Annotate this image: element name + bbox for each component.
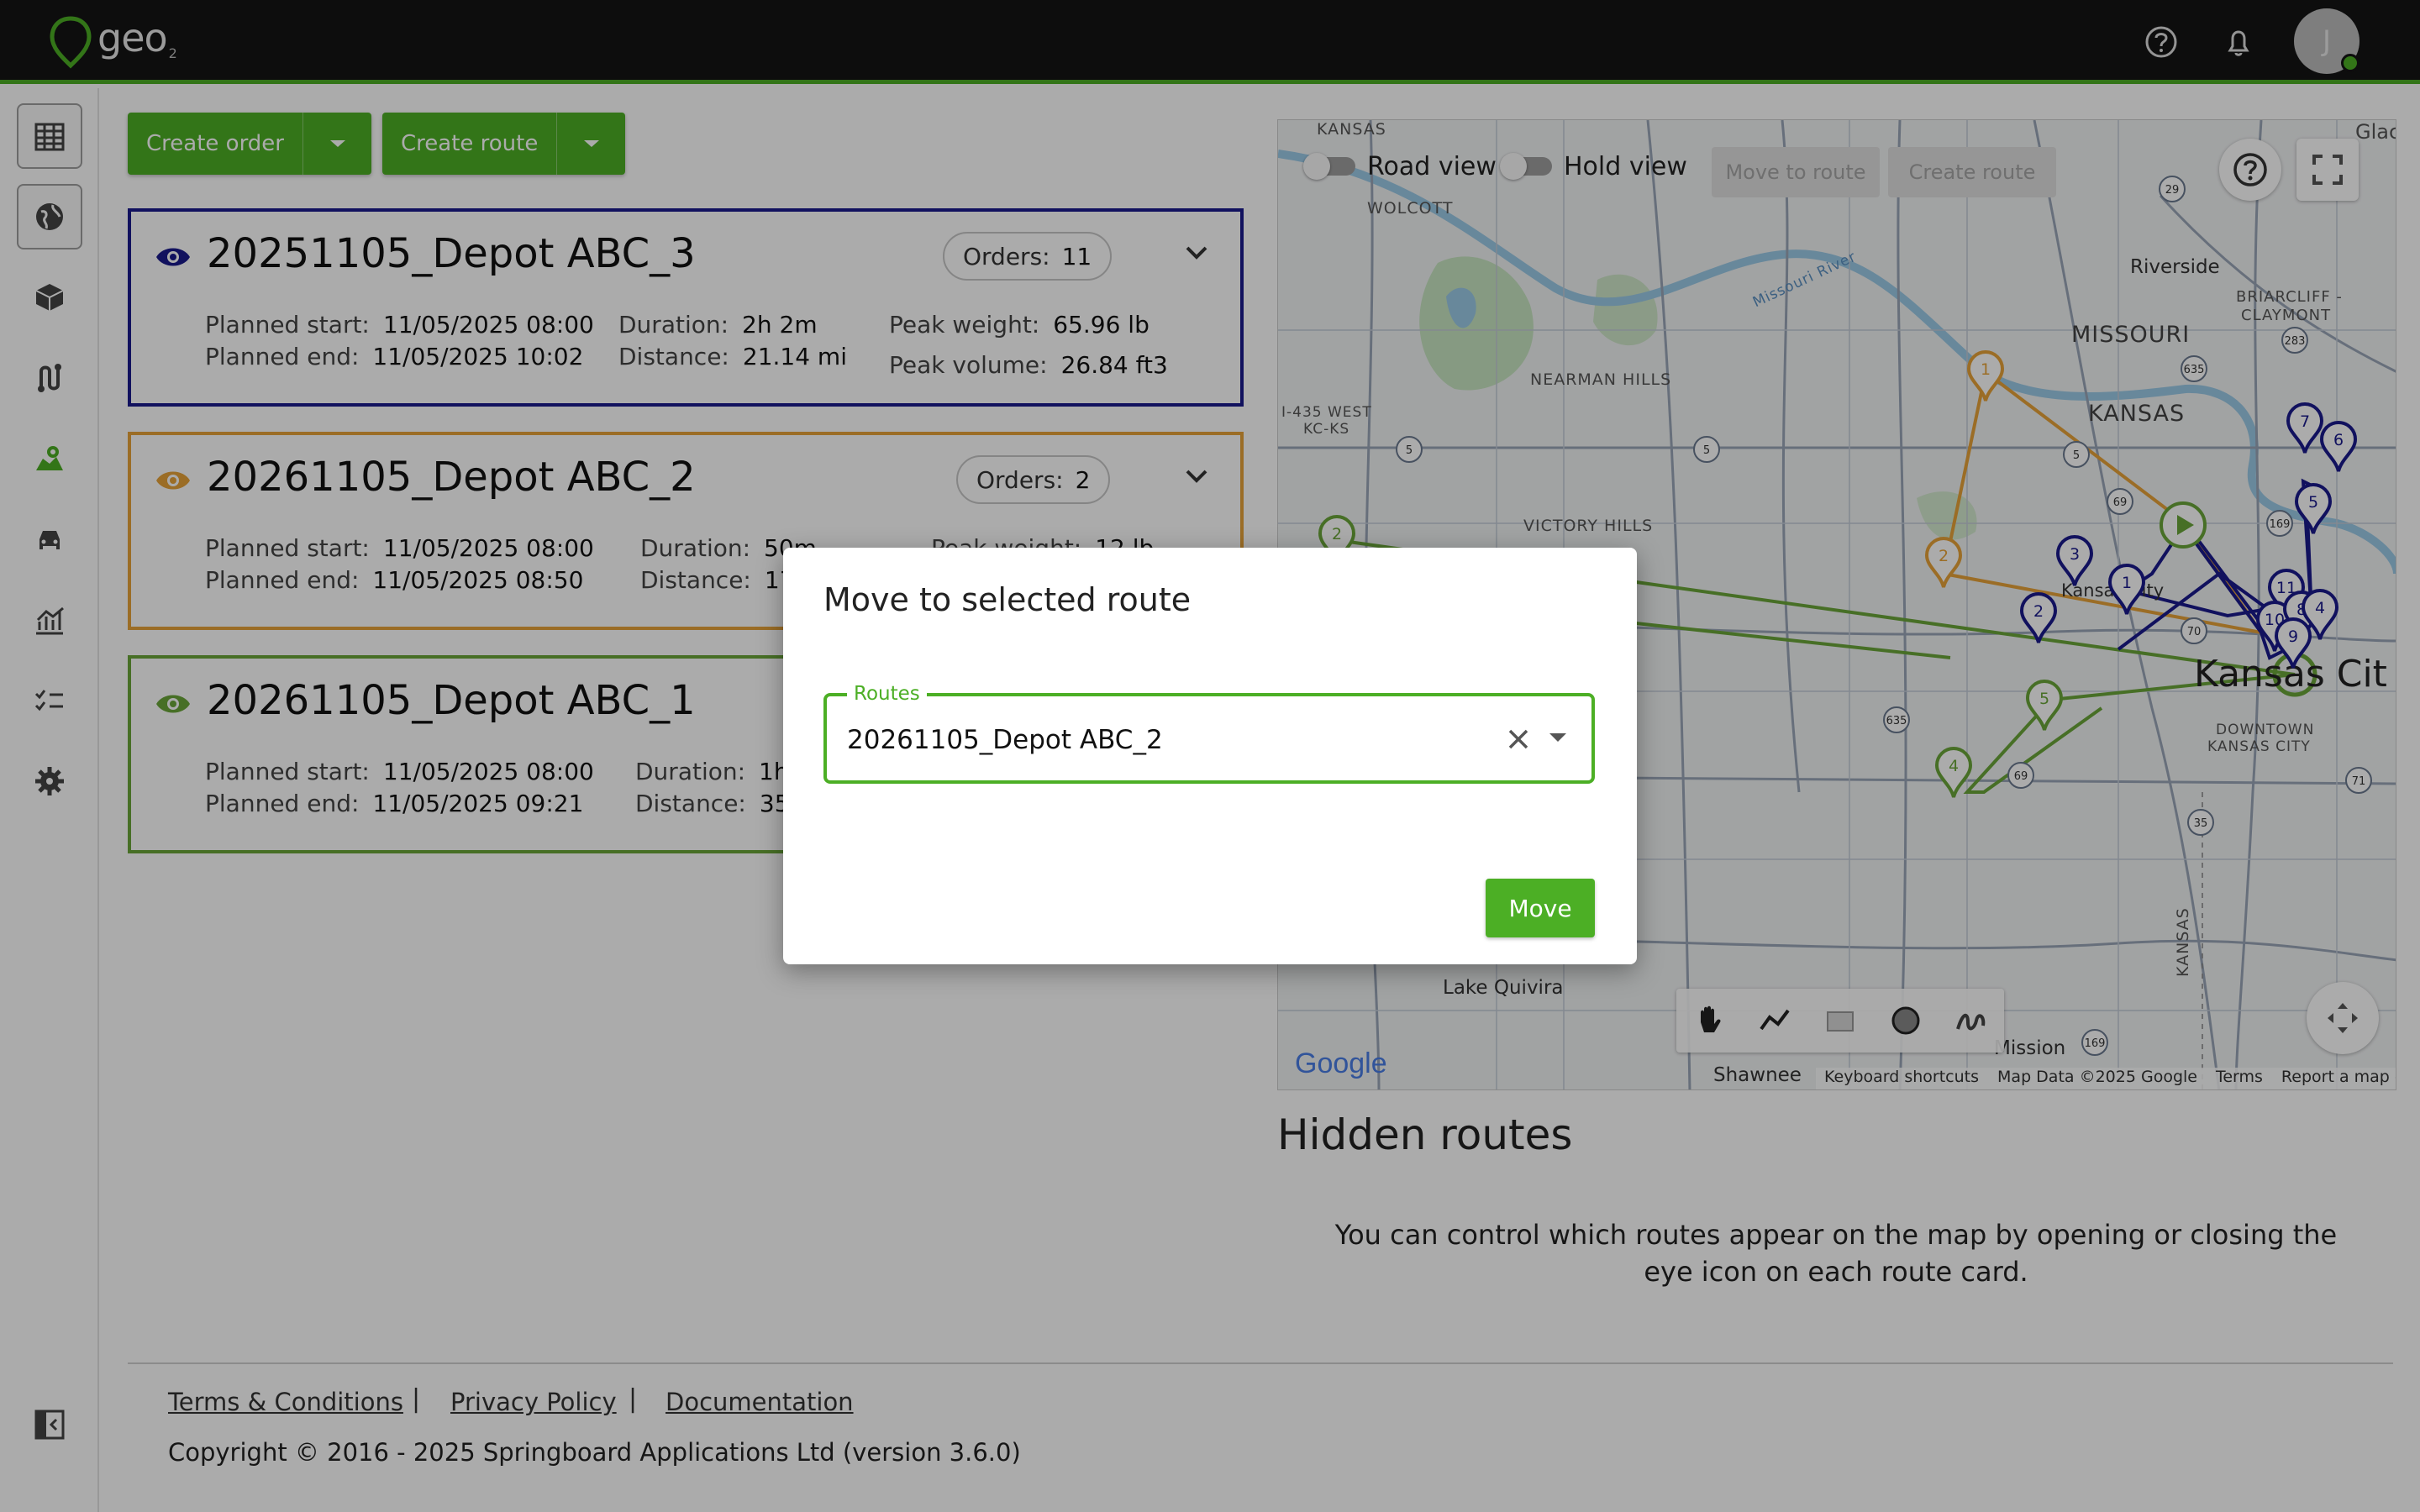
move-to-route-dialog: Move to selected route Routes 20261105_D… xyxy=(783,548,1637,964)
routes-select[interactable]: Routes 20261105_Depot ABC_2 xyxy=(823,683,1595,784)
clear-icon[interactable] xyxy=(1506,727,1531,752)
move-button[interactable]: Move xyxy=(1486,879,1595,937)
routes-field-label: Routes xyxy=(847,683,927,705)
dropdown-arrow-icon[interactable] xyxy=(1548,732,1568,743)
dialog-title: Move to selected route xyxy=(823,581,1192,618)
routes-selected-value: 20261105_Depot ABC_2 xyxy=(847,725,1163,755)
